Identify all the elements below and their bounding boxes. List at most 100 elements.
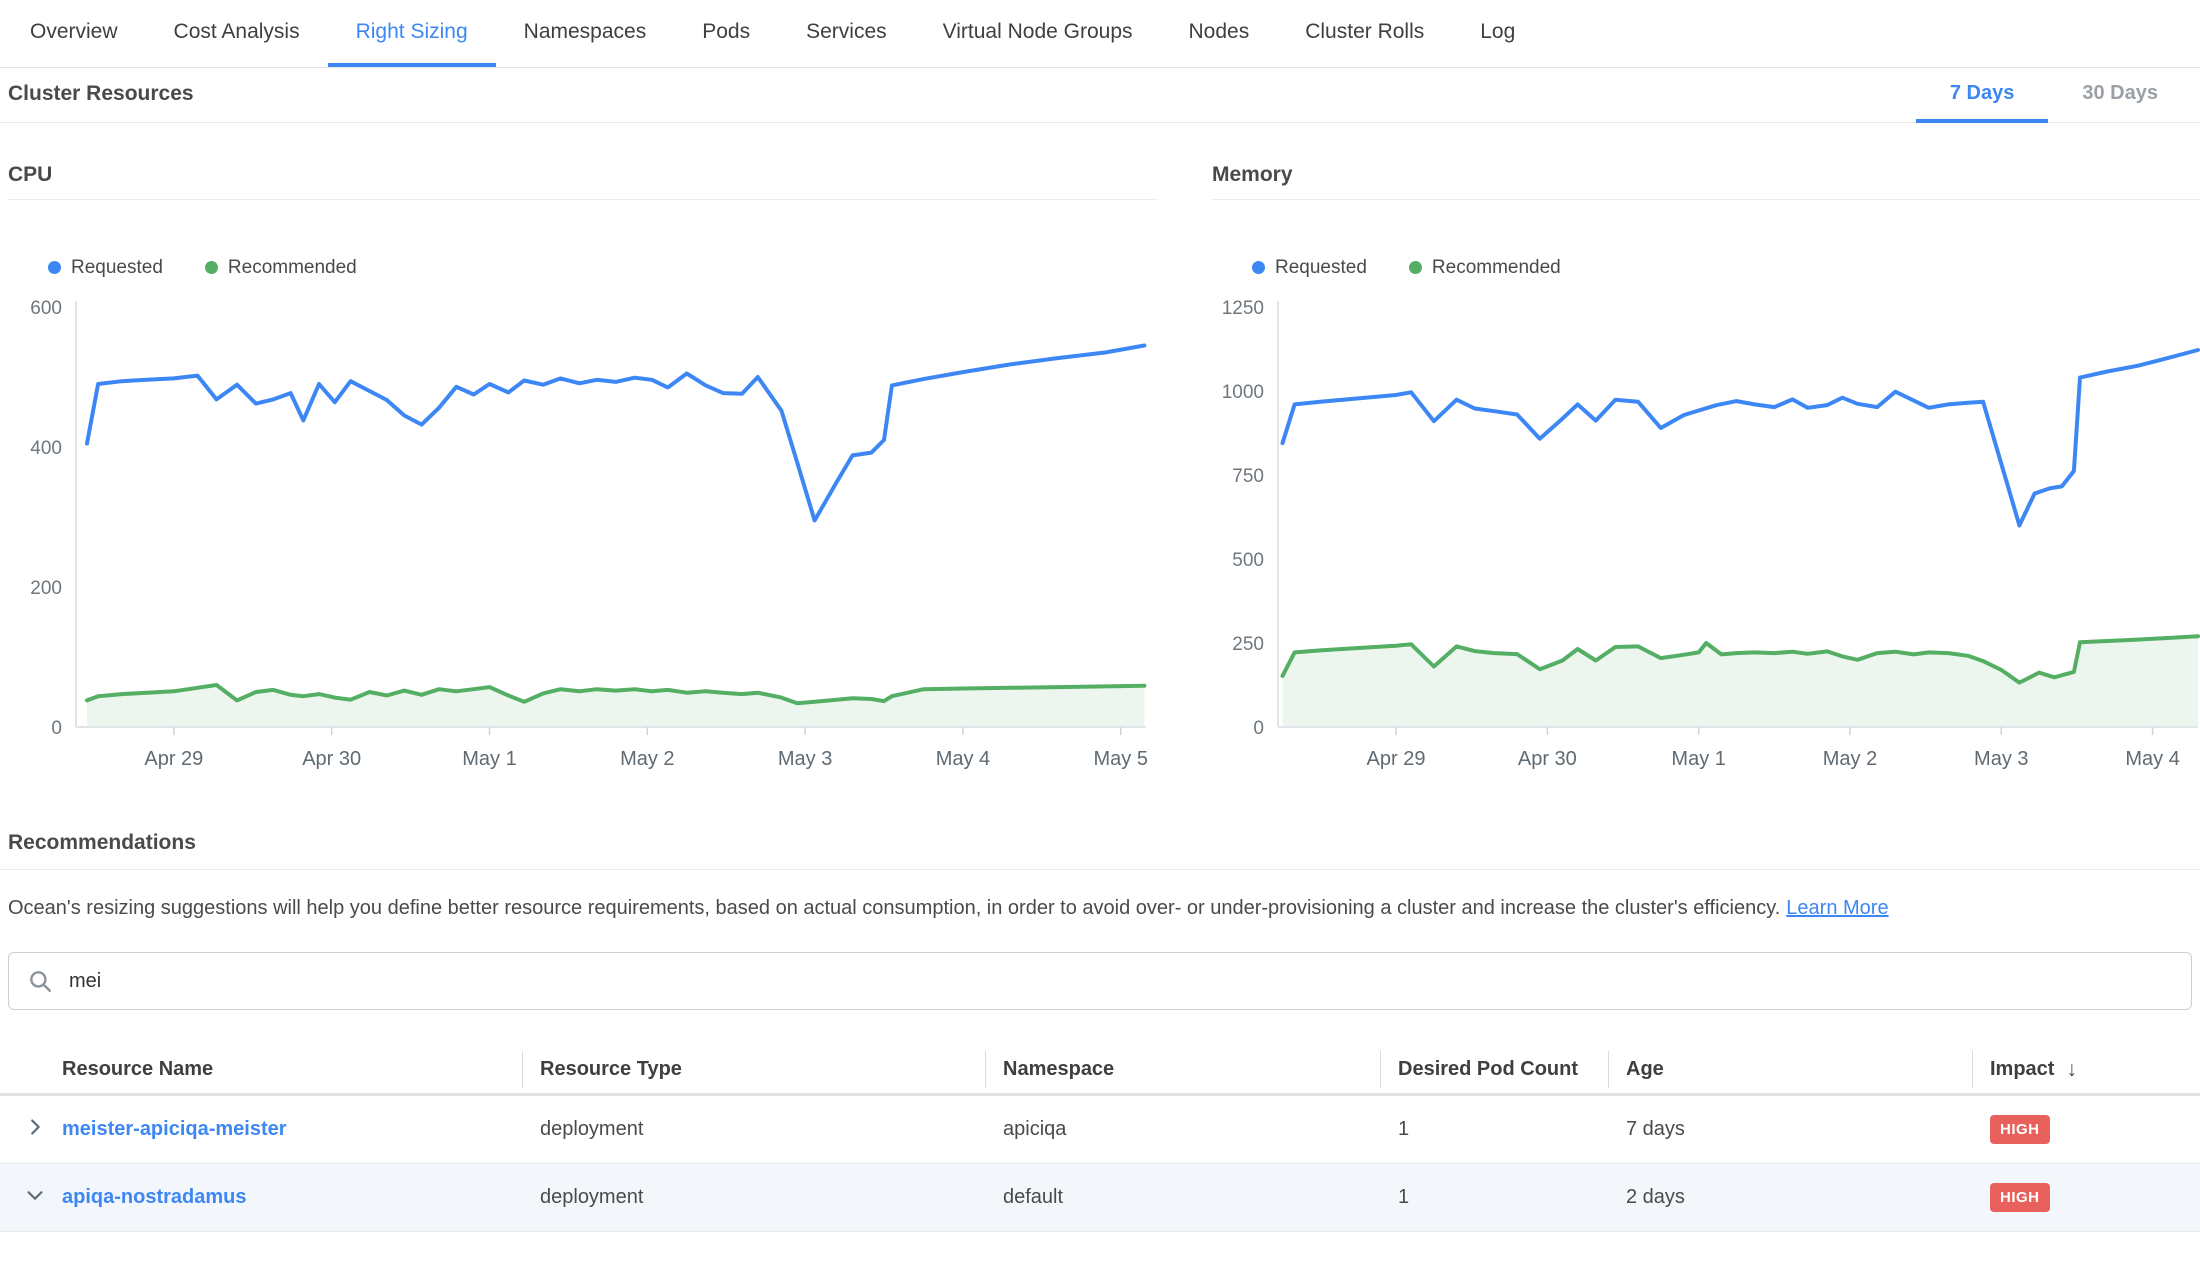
table-row[interactable]: meister-apiciqa-meister deploymentapiciqa… — [0, 1096, 2200, 1164]
memory-chart-legend: Requested Recommended — [1252, 256, 2200, 279]
svg-text:May 3: May 3 — [778, 748, 832, 770]
column-header-desired-pod-count[interactable]: Desired Pod Count — [1380, 1046, 1608, 1093]
resource-type-cell: deployment — [522, 1186, 985, 1209]
column-header-age[interactable]: Age — [1608, 1046, 1972, 1093]
memory-recommended-area — [1283, 636, 2199, 726]
resource-type-cell: deployment — [522, 1118, 985, 1141]
collapse-row-button[interactable] — [24, 1184, 62, 1212]
learn-more-link[interactable]: Learn More — [1786, 897, 1888, 919]
recommendations-description: Ocean's resizing suggestions will help y… — [8, 896, 2192, 920]
column-header-label: Resource Name — [62, 1058, 213, 1081]
legend-recommended: Recommended — [1409, 257, 1561, 279]
legend-label: Recommended — [1432, 257, 1561, 279]
svg-text:400: 400 — [30, 438, 62, 459]
tab-services[interactable]: Services — [778, 0, 915, 67]
tab-log[interactable]: Log — [1452, 0, 1543, 67]
svg-text:May 5: May 5 — [1094, 748, 1148, 770]
column-header-label: Desired Pod Count — [1398, 1058, 1578, 1081]
age-cell: 2 days — [1608, 1186, 1972, 1209]
svg-text:0: 0 — [51, 718, 62, 739]
legend-recommended: Recommended — [205, 257, 357, 279]
expand-row-button[interactable] — [24, 1116, 62, 1144]
search-icon — [27, 968, 53, 994]
svg-text:May 4: May 4 — [936, 748, 990, 770]
table-body: meister-apiciqa-meisterdeploymentapiciqa… — [0, 1096, 2200, 1232]
svg-text:Apr 30: Apr 30 — [302, 748, 361, 770]
legend-dot-icon — [205, 261, 218, 274]
tab-nodes[interactable]: Nodes — [1161, 0, 1278, 67]
column-header-namespace[interactable]: Namespace — [985, 1046, 1380, 1093]
svg-text:May 1: May 1 — [462, 748, 516, 770]
svg-text:1250: 1250 — [1222, 298, 1264, 319]
column-header-label: Resource Type — [540, 1058, 682, 1081]
chevron-down-icon — [24, 1184, 46, 1212]
age-cell: 7 days — [1608, 1118, 1972, 1141]
sort-descending-icon[interactable]: ↓ — [2066, 1058, 2077, 1082]
tab-bar: OverviewCost AnalysisRight SizingNamespa… — [0, 0, 2200, 68]
legend-dot-icon — [1409, 261, 1422, 274]
column-header-label: Impact — [1990, 1058, 2054, 1081]
charts-row: CPU RequestedRecommended 0200400600Apr 2… — [0, 163, 2200, 783]
cpu-chart-plot: 0200400600Apr 29Apr 30May 1May 2May 3May… — [8, 293, 1158, 783]
cpu-chart: 0200400600Apr 29Apr 30May 1May 2May 3May… — [8, 293, 1158, 783]
legend-requested: Requested — [1252, 257, 1367, 279]
table-row[interactable]: apiqa-nostradamus deploymentdefault12 day… — [0, 1164, 2200, 1232]
legend-label: Requested — [71, 257, 163, 279]
legend-dot-icon — [1252, 261, 1265, 274]
legend-label: Requested — [1275, 257, 1367, 279]
memory-requested-line — [1283, 350, 2199, 525]
memory-chart: 0 250 500 750 1000 1250 Apr 29 Apr 30 May 1 May 2… — [1212, 293, 2200, 783]
search-input[interactable] — [67, 969, 2173, 994]
svg-text:May 4: May 4 — [2125, 748, 2179, 770]
namespace-cell: apiciqa — [985, 1118, 1380, 1141]
range-tab-7-days[interactable]: 7 Days — [1916, 82, 2049, 123]
impact-cell: HIGH — [1972, 1183, 2176, 1212]
svg-text:May 1: May 1 — [1671, 748, 1725, 770]
impact-badge: HIGH — [1990, 1183, 2050, 1212]
chevron-right-icon — [24, 1116, 46, 1144]
memory-chart-plot: 0 250 500 750 1000 1250 Apr 29 Apr 30 May 1 May 2… — [1212, 293, 2200, 783]
recommendations-table: Resource Name Resource Type Namespace Desir… — [0, 1046, 2200, 1232]
resource-name-link[interactable]: meister-apiciqa-meister — [62, 1118, 287, 1140]
svg-text:600: 600 — [30, 298, 62, 319]
namespace-cell: default — [985, 1186, 1380, 1209]
cluster-resources-header: Cluster Resources 7 Days30 Days — [0, 82, 2200, 123]
tab-overview[interactable]: Overview — [2, 0, 146, 67]
impact-badge: HIGH — [1990, 1115, 2050, 1144]
desired-pod-count-cell: 1 — [1380, 1186, 1608, 1209]
legend-dot-icon — [48, 261, 61, 274]
tab-pods[interactable]: Pods — [674, 0, 778, 67]
cpu-requested-line — [87, 346, 1144, 521]
legend-label: Recommended — [228, 257, 357, 279]
legend-requested: Requested — [48, 257, 163, 279]
impact-cell: HIGH — [1972, 1115, 2176, 1144]
column-header-impact[interactable]: Impact ↓ — [1972, 1046, 2176, 1093]
desired-pod-count-cell: 1 — [1380, 1118, 1608, 1141]
svg-text:0: 0 — [1253, 718, 1264, 739]
svg-text:Apr 29: Apr 29 — [1367, 748, 1426, 770]
tab-cluster-rolls[interactable]: Cluster Rolls — [1277, 0, 1452, 67]
right-sizing-page: Cluster Resources 7 Days30 Days CPU Requ… — [0, 82, 2200, 1232]
range-tab-30-days[interactable]: 30 Days — [2048, 82, 2192, 123]
memory-chart-title: Memory — [1212, 163, 2200, 200]
range-tabs: 7 Days30 Days — [1916, 82, 2192, 122]
column-header-label: Namespace — [1003, 1058, 1114, 1081]
page-title: Cluster Resources — [8, 82, 194, 122]
svg-text:500: 500 — [1232, 550, 1264, 571]
tab-namespaces[interactable]: Namespaces — [496, 0, 675, 67]
tab-virtual-node-groups[interactable]: Virtual Node Groups — [915, 0, 1161, 67]
resource-name-link[interactable]: apiqa-nostradamus — [62, 1186, 246, 1208]
column-header-label: Age — [1626, 1058, 1664, 1081]
svg-text:750: 750 — [1232, 466, 1264, 487]
column-header-resource-type[interactable]: Resource Type — [522, 1046, 985, 1093]
svg-text:1000: 1000 — [1222, 382, 1264, 403]
cpu-chart-card: CPU RequestedRecommended 0200400600Apr 2… — [8, 163, 1158, 783]
cpu-chart-title: CPU — [8, 163, 1158, 200]
tab-right-sizing[interactable]: Right Sizing — [328, 0, 496, 67]
svg-text:May 2: May 2 — [1823, 748, 1877, 770]
svg-text:Apr 30: Apr 30 — [1518, 748, 1577, 770]
svg-text:250: 250 — [1232, 634, 1264, 655]
search-box[interactable] — [8, 952, 2192, 1010]
column-header-resource-name[interactable]: Resource Name — [24, 1046, 522, 1093]
tab-cost-analysis[interactable]: Cost Analysis — [146, 0, 328, 67]
